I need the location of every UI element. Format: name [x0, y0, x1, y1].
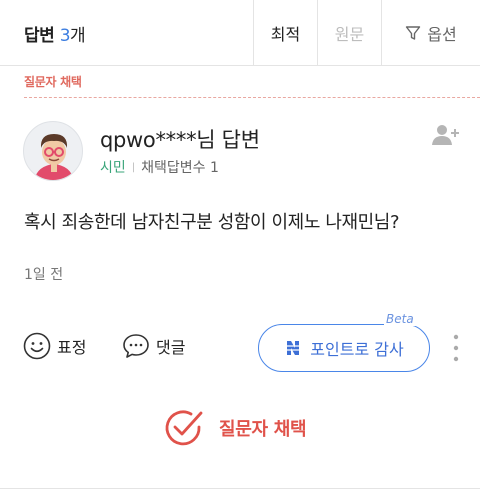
answer-time: 1일 전 [24, 267, 64, 283]
filter-label: 옵션 [427, 25, 457, 44]
comment-icon [123, 334, 149, 358]
adopt-button[interactable]: 질문자 채택 [163, 407, 307, 449]
point-thanks-label: 포인트로 감사 [310, 340, 404, 359]
smile-icon [23, 332, 51, 360]
answers-count-number: 3 [59, 26, 71, 46]
meta-separator: | [131, 161, 136, 173]
expression-label: 표정 [57, 338, 87, 357]
answer-header: 답변 3개 최적 원문 옵션 [0, 0, 480, 66]
sort-tabs: 최적 원문 옵션 [253, 0, 480, 66]
adopt-check-icon [165, 410, 203, 446]
avatar[interactable] [23, 121, 83, 181]
bottom-divider [0, 488, 480, 489]
author-grade: 시민 [100, 160, 126, 176]
filter-button[interactable]: 옵션 [381, 0, 480, 66]
beta-badge: Beta [384, 312, 416, 326]
tab-sort-original[interactable]: 원문 [317, 0, 381, 66]
comment-button[interactable]: 댓글 [122, 332, 185, 360]
answer-count: 답변 3개 [24, 21, 86, 46]
expression-button[interactable]: 표정 [23, 332, 86, 360]
comment-label: 댓글 [156, 338, 186, 357]
answer-content: 혹시 죄송한데 남자친구분 성함이 이제노 나재민님? [24, 212, 400, 233]
more-icon[interactable] [446, 332, 466, 364]
add-friend-icon[interactable] [432, 124, 460, 146]
answers-label: 답변 [24, 26, 55, 46]
answer-actions: 표정 댓글 포인트로 감사 Beta [0, 312, 480, 376]
adopted-answer-count: 채택답변수 1 [141, 160, 219, 176]
answers-count-unit: 개 [70, 26, 86, 46]
author-title[interactable]: qpwo****님 답변 [100, 124, 260, 154]
author-meta: 시민 | 채택답변수 1 [100, 157, 219, 177]
filter-icon [406, 26, 421, 40]
adopt-button-label: 질문자 채택 [219, 419, 307, 440]
adopted-badge: 질문자 채택 [24, 75, 82, 89]
n-point-icon [285, 341, 302, 355]
divider [24, 97, 480, 98]
tab-sort-best[interactable]: 최적 [253, 0, 317, 66]
point-thanks-button[interactable]: 포인트로 감사 [258, 324, 430, 372]
